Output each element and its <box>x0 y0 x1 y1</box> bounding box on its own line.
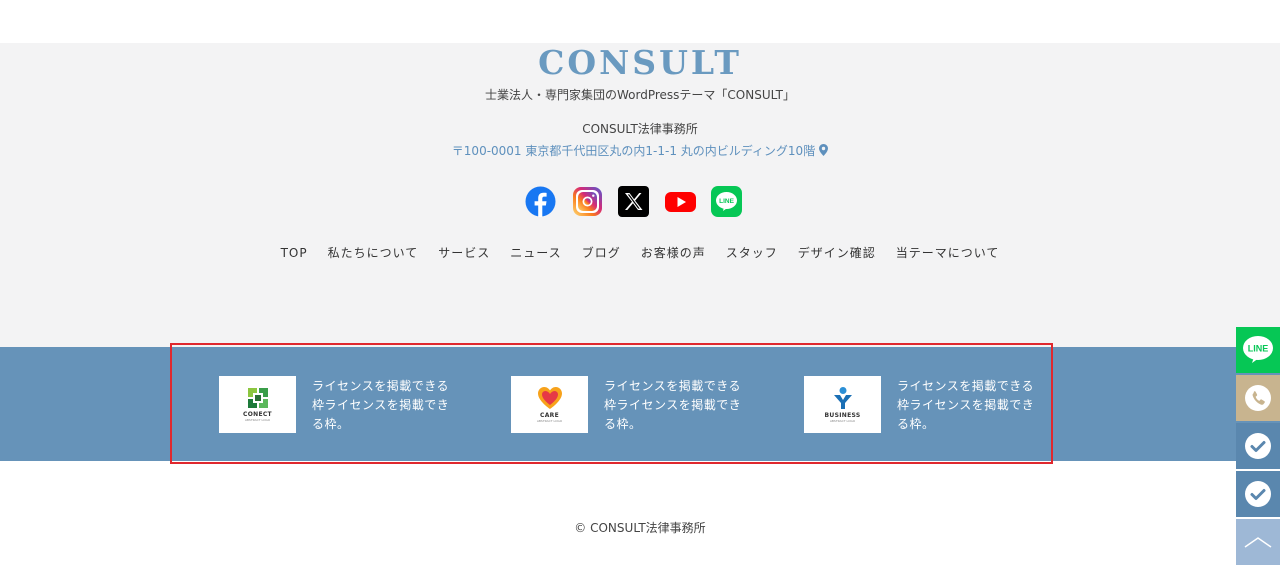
side-buttons: LINE <box>1236 327 1280 567</box>
check-icon <box>1245 481 1271 507</box>
nav-item-theme[interactable]: 当テーマについて <box>896 246 1000 260</box>
side-line-label: LINE <box>1248 344 1269 354</box>
line-icon[interactable]: LINE <box>711 186 742 217</box>
site-logo[interactable]: CONSULT <box>0 43 1280 82</box>
facebook-icon[interactable] <box>525 186 556 217</box>
scroll-top-button[interactable] <box>1236 519 1280 565</box>
address-text: 〒100-0001 東京都千代田区丸の内1-1-1 丸の内ビルディング10階 <box>451 144 816 158</box>
nav-item-blog[interactable]: ブログ <box>582 246 621 260</box>
social-links: LINE <box>525 186 742 217</box>
check-icon <box>1245 433 1271 459</box>
side-phone-button[interactable] <box>1236 375 1280 421</box>
svg-text:LINE: LINE <box>719 198 734 205</box>
nav-item-staff[interactable]: スタッフ <box>726 246 778 260</box>
line-icon: LINE <box>1243 336 1273 363</box>
nav-item-service[interactable]: サービス <box>438 246 490 260</box>
nav-item-voice[interactable]: お客様の声 <box>641 246 706 260</box>
side-check-button-1[interactable] <box>1236 423 1280 469</box>
nav-item-about[interactable]: 私たちについて <box>328 246 419 260</box>
instagram-icon[interactable] <box>572 186 603 217</box>
x-icon[interactable] <box>618 186 649 217</box>
youtube-icon[interactable] <box>664 186 696 217</box>
map-pin-icon <box>819 144 829 156</box>
phone-icon <box>1245 385 1271 411</box>
nav-item-top[interactable]: TOP <box>281 246 308 260</box>
side-check-button-2[interactable] <box>1236 471 1280 517</box>
highlight-box <box>170 343 1053 464</box>
site-tagline: 士業法人・専門家集団のWordPressテーマ「CONSULT」 <box>485 88 795 102</box>
nav-item-design[interactable]: デザイン確認 <box>798 246 876 260</box>
office-address[interactable]: 〒100-0001 東京都千代田区丸の内1-1-1 丸の内ビルディング10階 <box>0 142 1280 159</box>
office-name: CONSULT法律事務所 <box>582 122 698 136</box>
copyright: © CONSULT法律事務所 <box>574 521 706 535</box>
side-line-button[interactable]: LINE <box>1236 327 1280 373</box>
footer-nav: TOP 私たちについて サービス ニュース ブログ お客様の声 スタッフ デザイン確認 当テーマ… <box>0 244 1280 261</box>
nav-item-news[interactable]: ニュース <box>510 246 561 260</box>
chevron-up-icon <box>1244 537 1272 548</box>
